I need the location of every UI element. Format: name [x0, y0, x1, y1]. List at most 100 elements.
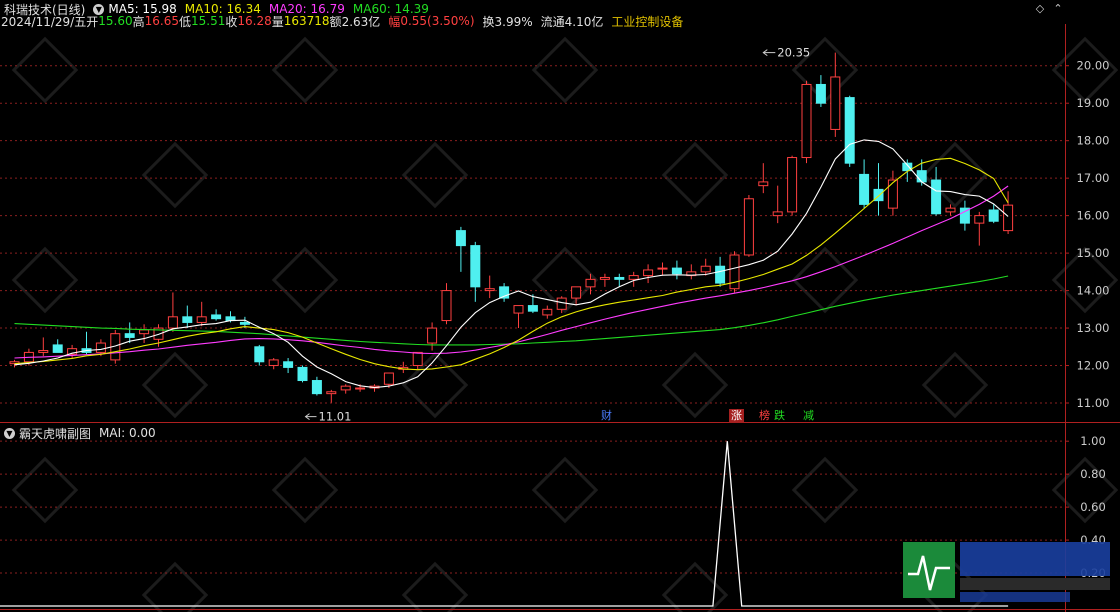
event-tag-ranking[interactable]: 榜 [757, 409, 772, 423]
candle-body [585, 278, 596, 288]
open-value: 15.60 [98, 14, 133, 28]
candle-body [254, 346, 265, 363]
candle-body [844, 97, 855, 164]
industry-label[interactable]: 工业控制设备 [611, 13, 683, 30]
candle [729, 251, 740, 293]
open-label: 开 [86, 14, 99, 29]
low-value: 15.51 [190, 14, 226, 28]
candle-body [614, 276, 625, 280]
price-tick-label: 16.00 [1077, 209, 1110, 223]
sub-chart-header: ▼ 霸天虎啸副图 MAI: 0.00 [4, 425, 156, 441]
candle-body [758, 181, 769, 187]
candle-body [743, 198, 754, 256]
close-label: 收 [225, 14, 238, 29]
event-tag-reduce[interactable]: 减 [801, 409, 816, 423]
candle-body [1003, 204, 1014, 232]
candle-body [484, 288, 495, 292]
candle-body [139, 329, 150, 335]
price-tick-label: 17.00 [1077, 171, 1110, 185]
candle-body [427, 327, 438, 344]
candle-body [124, 333, 135, 338]
high-value: 16.65 [144, 14, 179, 28]
candle-body [95, 342, 106, 353]
high-label: 高 [132, 14, 145, 29]
candle [844, 95, 855, 167]
event-tag-finance[interactable]: 财 [599, 409, 614, 423]
candle-body [787, 157, 798, 213]
price-tick-label: 19.00 [1077, 96, 1110, 110]
price-tick-label: 20.00 [1077, 59, 1110, 73]
logo-tagline-bar [960, 578, 1110, 590]
candle [801, 80, 812, 164]
candle-body [268, 359, 279, 367]
chevron-down-icon[interactable]: ▼ [4, 427, 15, 439]
candle-body [527, 305, 538, 312]
candle-body [412, 351, 423, 367]
candle-body [599, 276, 610, 280]
sub-chart-name: 霸天虎啸副图 [19, 426, 92, 441]
candle-body [383, 372, 394, 385]
stock-chart-window: 11.00 12.00 13.00 14.00 15.00 16.00 17.00 18.00… [0, 0, 1120, 612]
candle-body [441, 290, 452, 322]
candle-body [571, 286, 582, 299]
candle-body [196, 316, 207, 323]
candle-body [801, 83, 812, 159]
event-tag-limit-up[interactable]: 涨 [729, 409, 744, 423]
candle-body [182, 316, 193, 323]
candle-body [945, 207, 956, 213]
candle-body [513, 305, 524, 314]
candle [297, 365, 308, 383]
candle-body [974, 215, 985, 224]
candle-body [671, 267, 682, 275]
amount-value: 2.63亿 [341, 14, 381, 29]
event-tag-limit-down[interactable]: 跌 [772, 409, 787, 423]
candle-body [988, 209, 999, 222]
change-value: 0.55(3.50%) [400, 14, 475, 28]
candle-body [239, 321, 250, 325]
sub-tick-label: 1.00 [1080, 434, 1106, 448]
sub-tick-label: 0.60 [1080, 500, 1106, 514]
candle-body [297, 366, 308, 382]
chart-canvas: 11.00 12.00 13.00 14.00 15.00 16.00 17.00 18.00… [0, 0, 1120, 612]
candle-body [715, 265, 726, 284]
candle-body [340, 385, 351, 391]
price-tick-label: 13.00 [1077, 321, 1110, 335]
candle-body [556, 297, 567, 310]
chevron-up-icon[interactable]: ⌃ [1052, 3, 1064, 15]
candle-body [772, 211, 783, 217]
mai-indicator-value: MAI: 0.00 [99, 426, 156, 440]
price-tick-label: 18.00 [1077, 134, 1110, 148]
quote-date: 2024/11/29/五 [1, 14, 87, 29]
candle-body [859, 173, 870, 205]
candle-body [628, 275, 639, 280]
logo-url-bar [960, 592, 1070, 602]
candle-body [542, 308, 553, 316]
candle-body [643, 269, 654, 277]
candle-body [326, 391, 337, 395]
candle [743, 195, 754, 257]
candle-body [470, 245, 481, 288]
price-tick-label: 15.00 [1077, 246, 1110, 260]
low-price-label: 11.01 [319, 410, 352, 424]
candle-body [931, 179, 942, 215]
candle-body [657, 267, 668, 270]
candle-body [700, 265, 711, 273]
price-tick-label: 11.00 [1077, 396, 1110, 410]
candle-body [455, 230, 466, 247]
amount-label: 额 [329, 14, 342, 29]
float-cap-value: 流通4.10亿 [540, 14, 604, 29]
diamond-icon[interactable]: ◇ [1034, 3, 1046, 15]
price-tick-label: 12.00 [1077, 359, 1110, 373]
candle-body [815, 83, 826, 104]
logo-wordmark-block [960, 542, 1110, 576]
candle-body [729, 254, 740, 290]
sub-tick-label: 0.80 [1080, 467, 1106, 481]
candle-body [916, 170, 927, 183]
candle-body [211, 314, 222, 320]
candle-body [830, 76, 841, 130]
volume-value: 163718 [283, 14, 330, 28]
candle-body [52, 344, 63, 353]
candle-body [355, 387, 366, 390]
high-price-label: 20.35 [777, 46, 810, 60]
price-tick-label: 14.00 [1077, 284, 1110, 298]
